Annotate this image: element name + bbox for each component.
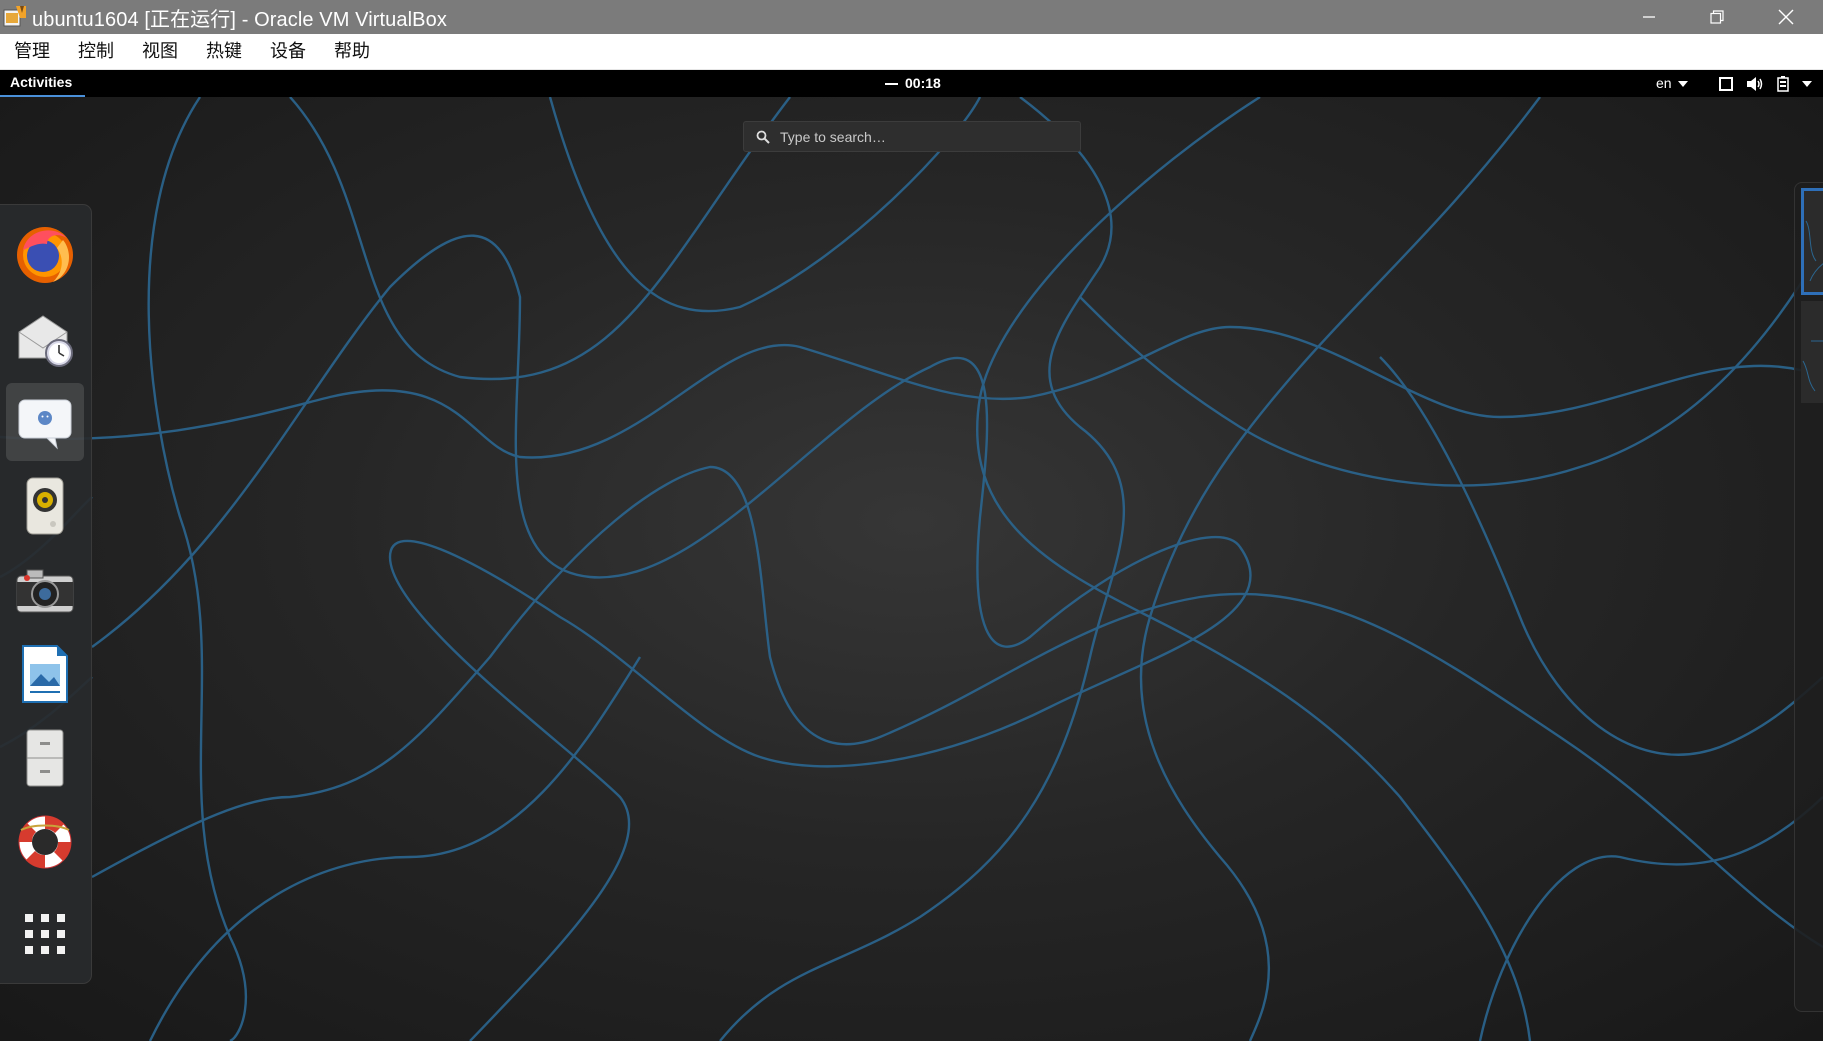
dash-item-firefox[interactable] [6, 215, 84, 293]
minimize-button[interactable] [1615, 0, 1683, 34]
restore-button[interactable] [1683, 0, 1751, 34]
virtualbox-titlebar: ubuntu1604 [正在运行] - Oracle VM VirtualBox [0, 0, 1823, 34]
lifebuoy-icon [18, 815, 72, 869]
mail-clock-icon [18, 315, 73, 367]
show-applications-button[interactable] [6, 895, 84, 973]
language-label: en [1656, 75, 1672, 91]
minimize-icon [1643, 16, 1655, 18]
dash-item-rhythmbox[interactable] [6, 467, 84, 545]
window-title: ubuntu1604 [正在运行] - Oracle VM VirtualBox [32, 8, 447, 31]
firefox-icon [17, 227, 73, 283]
close-icon [1778, 9, 1794, 25]
dash-item-cheese[interactable] [6, 551, 84, 629]
virtualbox-menubar: 管理 控制 视图 热键 设备 帮助 [0, 34, 1823, 70]
guest-screen: Activities 00:18 en [0, 70, 1823, 1041]
wallpaper-lines [0, 97, 1823, 1041]
dash [0, 204, 92, 984]
menu-manage[interactable]: 管理 [0, 34, 64, 69]
clock-indicator-icon [885, 82, 898, 85]
speaker-icon [26, 477, 64, 535]
chevron-down-icon [1677, 80, 1688, 87]
workspace-thumbnail-1[interactable] [1801, 188, 1823, 295]
overview-search-box[interactable] [743, 121, 1081, 152]
file-cabinet-icon [26, 729, 64, 787]
workspace-thumbnail-2[interactable] [1801, 301, 1823, 403]
dash-item-empathy[interactable] [6, 383, 84, 461]
chat-bubble-icon [18, 399, 72, 450]
menu-control[interactable]: 控制 [64, 34, 128, 69]
app-grid-icon [25, 914, 65, 954]
clock[interactable]: 00:18 [885, 70, 941, 97]
chevron-down-icon [1802, 80, 1812, 87]
volume-icon [1747, 76, 1763, 91]
screen-icon [1719, 76, 1733, 91]
menu-help[interactable]: 帮助 [320, 34, 384, 69]
gnome-top-bar: Activities 00:18 en [0, 70, 1823, 97]
menu-view[interactable]: 视图 [128, 34, 192, 69]
document-image-icon [22, 645, 68, 703]
search-icon [756, 130, 770, 144]
close-button[interactable] [1752, 0, 1820, 34]
workspace-preview [1802, 340, 1823, 392]
overview-desktop [0, 97, 1823, 1041]
menu-hotkeys[interactable]: 热键 [192, 34, 256, 69]
virtualbox-app-icon[interactable] [2, 4, 28, 30]
menu-devices[interactable]: 设备 [256, 34, 320, 69]
battery-icon [1777, 75, 1789, 92]
language-indicator[interactable]: en [1656, 70, 1689, 97]
restore-icon [1710, 10, 1724, 24]
dash-item-files[interactable] [6, 719, 84, 797]
dash-item-help[interactable] [6, 803, 84, 881]
activities-button[interactable]: Activities [0, 70, 85, 97]
system-menu[interactable] [1718, 70, 1813, 97]
workspace-preview [1805, 220, 1823, 282]
search-input[interactable] [778, 127, 1062, 146]
dash-item-libreoffice-draw[interactable] [6, 635, 84, 713]
camera-icon [16, 569, 74, 613]
workspace-switcher [1794, 182, 1823, 1012]
dash-item-evolution[interactable] [6, 299, 84, 377]
clock-time: 00:18 [905, 75, 941, 91]
